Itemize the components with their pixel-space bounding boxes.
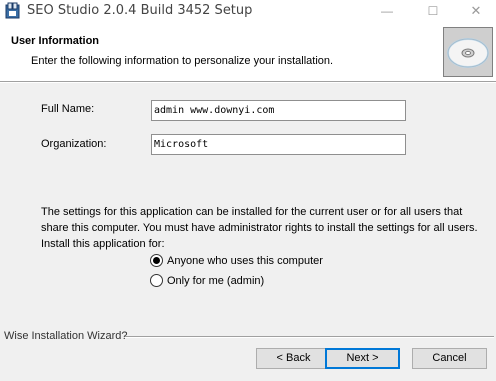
install-scope-description: The settings for this application can be… (41, 206, 478, 250)
radio-button[interactable] (150, 274, 163, 287)
wizard-brand-label: Wise Installation Wizard? (4, 330, 128, 342)
cancel-button[interactable]: Cancel (412, 348, 487, 369)
window-title: SEO Studio 2.0.4 Build 3452 Setup (27, 3, 253, 18)
radio-only-me-label: Only for me (admin) (167, 274, 265, 287)
close-button[interactable]: ✕ (456, 0, 496, 24)
page-title: User Information (11, 35, 100, 47)
title-bar[interactable]: SEO Studio 2.0.4 Build 3452 Setup — ☐ ✕ (0, 0, 496, 24)
back-button[interactable]: < Back (256, 348, 331, 369)
radio-button-selected[interactable] (150, 254, 163, 267)
maximize-button[interactable]: ☐ (410, 0, 456, 24)
installer-icon (5, 2, 20, 19)
organization-label: Organization: (41, 138, 107, 150)
radio-only-me[interactable]: Only for me (admin) (150, 274, 264, 287)
full-name-label: Full Name: (41, 103, 95, 115)
dialog-body: Full Name: admin www.downyi.com Organiza… (0, 83, 496, 381)
radio-anyone[interactable]: Anyone who uses this computer (150, 254, 323, 267)
page-description: Enter the following information to perso… (31, 55, 334, 67)
full-name-input[interactable]: admin www.downyi.com (151, 100, 406, 121)
next-button[interactable]: Next > (325, 348, 400, 369)
organization-input[interactable]: Microsoft (151, 134, 406, 155)
header-banner: User Information Enter the following inf… (0, 24, 496, 81)
minimize-button[interactable]: — (364, 0, 410, 24)
cd-icon (444, 28, 492, 76)
cd-image (443, 27, 493, 77)
footer-divider (125, 336, 494, 338)
radio-anyone-label: Anyone who uses this computer (167, 254, 323, 267)
